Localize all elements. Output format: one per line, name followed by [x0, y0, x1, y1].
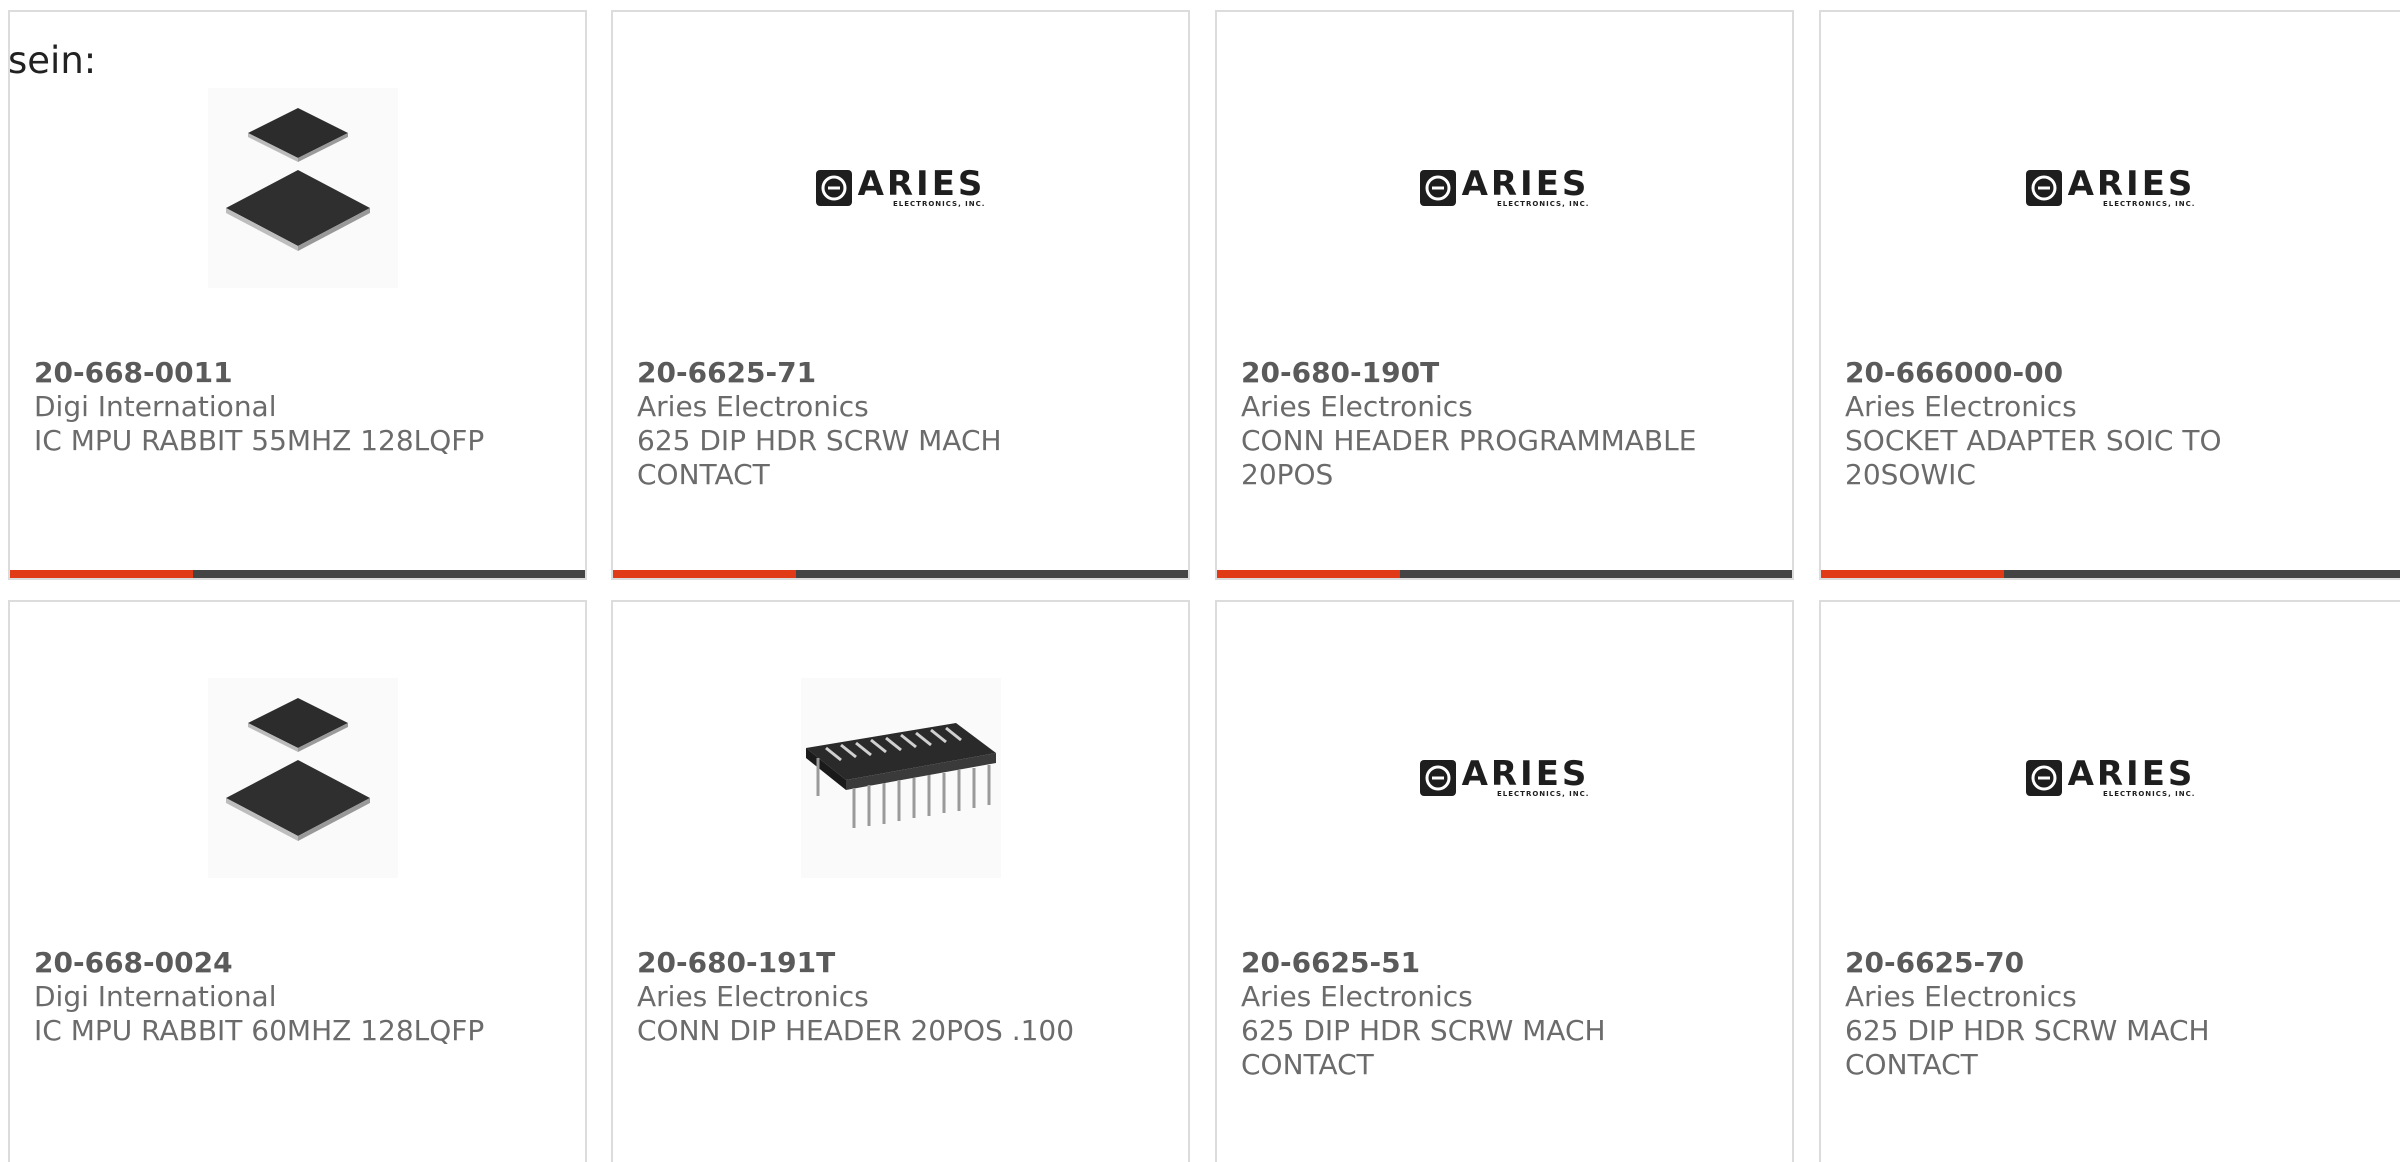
aries-logo: ARIES ELECTRONICS, INC. [1395, 78, 1615, 298]
aries-e-icon [2025, 760, 2062, 796]
aries-name: ARIES [2067, 164, 2196, 204]
aries-e-icon [1419, 170, 1456, 206]
product-card[interactable]: ARIES ELECTRONICS, INC. 20-6625-51 Aries… [1215, 600, 1794, 1162]
aries-e-icon [2025, 170, 2062, 206]
part-number[interactable]: 20-680-191T [637, 946, 1164, 980]
aries-logo: ARIES ELECTRONICS, INC. [2001, 668, 2221, 888]
aries-sub: ELECTRONICS, INC. [1497, 200, 1590, 208]
product-grid-page: sein: 20-668-0011 Digi International IC … [0, 0, 2400, 1162]
aries-wordmark: ARIES ELECTRONICS, INC. [2067, 164, 2196, 208]
aries-sub: ELECTRONICS, INC. [2103, 790, 2196, 798]
part-number[interactable]: 20-680-190T [1241, 356, 1768, 390]
card-bottom-bar [613, 570, 1188, 578]
product-info: 20-666000-00 Aries Electronics SOCKET AD… [1845, 356, 2376, 492]
description: 625 DIP HDR SCRW MACH CONTACT [1845, 1014, 2210, 1081]
description: IC MPU RABBIT 60MHZ 128LQFP [34, 1014, 485, 1047]
product-info: 20-668-0024 Digi International IC MPU RA… [34, 946, 561, 1048]
card-accent-bar [1217, 570, 1400, 578]
product-info: 20-680-191T Aries Electronics CONN DIP H… [637, 946, 1164, 1048]
card-accent-bar [10, 570, 193, 578]
manufacturer: Aries Electronics [1241, 980, 1473, 1013]
description: SOCKET ADAPTER SOIC TO 20SOWIC [1845, 424, 2222, 491]
aries-wordmark: ARIES ELECTRONICS, INC. [857, 164, 986, 208]
chip-image [188, 78, 408, 298]
aries-e-icon [1419, 760, 1456, 796]
aries-sub: ELECTRONICS, INC. [1497, 790, 1590, 798]
aries-name: ARIES [1461, 754, 1590, 794]
aries-wordmark: ARIES ELECTRONICS, INC. [1461, 754, 1590, 798]
aries-name: ARIES [857, 164, 986, 204]
manufacturer: Digi International [34, 980, 277, 1013]
aries-name: ARIES [1461, 164, 1590, 204]
aries-name: ARIES [2067, 754, 2196, 794]
description: CONN DIP HEADER 20POS .100 [637, 1014, 1075, 1047]
part-number[interactable]: 20-6625-71 [637, 356, 1164, 390]
description: CONN HEADER PROGRAMMABLE 20POS [1241, 424, 1697, 491]
brand-logo: ARIES ELECTRONICS, INC. [2025, 164, 2196, 208]
manufacturer: Aries Electronics [1845, 390, 2077, 423]
product-card[interactable]: ARIES ELECTRONICS, INC. 20-666000-00 Ari… [1819, 10, 2400, 580]
part-number[interactable]: 20-666000-00 [1845, 356, 2376, 390]
card-accent-bar [1821, 570, 2004, 578]
aries-logo: ARIES ELECTRONICS, INC. [1395, 668, 1615, 888]
product-card[interactable]: 20-668-0024 Digi International IC MPU RA… [8, 600, 587, 1162]
aries-wordmark: ARIES ELECTRONICS, INC. [1461, 164, 1590, 208]
part-number[interactable]: 20-6625-70 [1845, 946, 2376, 980]
card-bottom-bar [1821, 570, 2400, 578]
part-number[interactable]: 20-668-0024 [34, 946, 561, 980]
aries-sub: ELECTRONICS, INC. [893, 200, 986, 208]
card-bottom-bar [1217, 570, 1792, 578]
manufacturer: Digi International [34, 390, 277, 423]
product-info: 20-6625-51 Aries Electronics 625 DIP HDR… [1241, 946, 1768, 1082]
aries-wordmark: ARIES ELECTRONICS, INC. [2067, 754, 2196, 798]
brand-logo: ARIES ELECTRONICS, INC. [2025, 754, 2196, 798]
aries-logo: ARIES ELECTRONICS, INC. [791, 78, 1011, 298]
product-card[interactable]: 20-680-191T Aries Electronics CONN DIP H… [611, 600, 1190, 1162]
aries-e-icon [815, 170, 852, 206]
product-card[interactable]: ARIES ELECTRONICS, INC. 20-680-190T Arie… [1215, 10, 1794, 580]
description: 625 DIP HDR SCRW MACH CONTACT [1241, 1014, 1606, 1081]
part-number[interactable]: 20-668-0011 [34, 356, 561, 390]
description: 625 DIP HDR SCRW MACH CONTACT [637, 424, 1002, 491]
part-number[interactable]: 20-6625-51 [1241, 946, 1768, 980]
dip-header-image [791, 668, 1011, 888]
lead-text: sein: [8, 39, 97, 82]
manufacturer: Aries Electronics [637, 390, 869, 423]
chip-image [188, 668, 408, 888]
card-bottom-bar [10, 570, 585, 578]
brand-logo: ARIES ELECTRONICS, INC. [815, 164, 986, 208]
brand-logo: ARIES ELECTRONICS, INC. [1419, 164, 1590, 208]
manufacturer: Aries Electronics [1241, 390, 1473, 423]
card-accent-bar [613, 570, 796, 578]
description: IC MPU RABBIT 55MHZ 128LQFP [34, 424, 485, 457]
brand-logo: ARIES ELECTRONICS, INC. [1419, 754, 1590, 798]
aries-sub: ELECTRONICS, INC. [2103, 200, 2196, 208]
product-info: 20-680-190T Aries Electronics CONN HEADE… [1241, 356, 1768, 492]
product-info: 20-6625-71 Aries Electronics 625 DIP HDR… [637, 356, 1164, 492]
product-info: 20-6625-70 Aries Electronics 625 DIP HDR… [1845, 946, 2376, 1082]
product-card[interactable]: ARIES ELECTRONICS, INC. 20-6625-70 Aries… [1819, 600, 2400, 1162]
product-info: 20-668-0011 Digi International IC MPU RA… [34, 356, 561, 458]
manufacturer: Aries Electronics [1845, 980, 2077, 1013]
product-card[interactable]: 20-668-0011 Digi International IC MPU RA… [8, 10, 587, 580]
manufacturer: Aries Electronics [637, 980, 869, 1013]
aries-logo: ARIES ELECTRONICS, INC. [2001, 78, 2221, 298]
product-card[interactable]: ARIES ELECTRONICS, INC. 20-6625-71 Aries… [611, 10, 1190, 580]
